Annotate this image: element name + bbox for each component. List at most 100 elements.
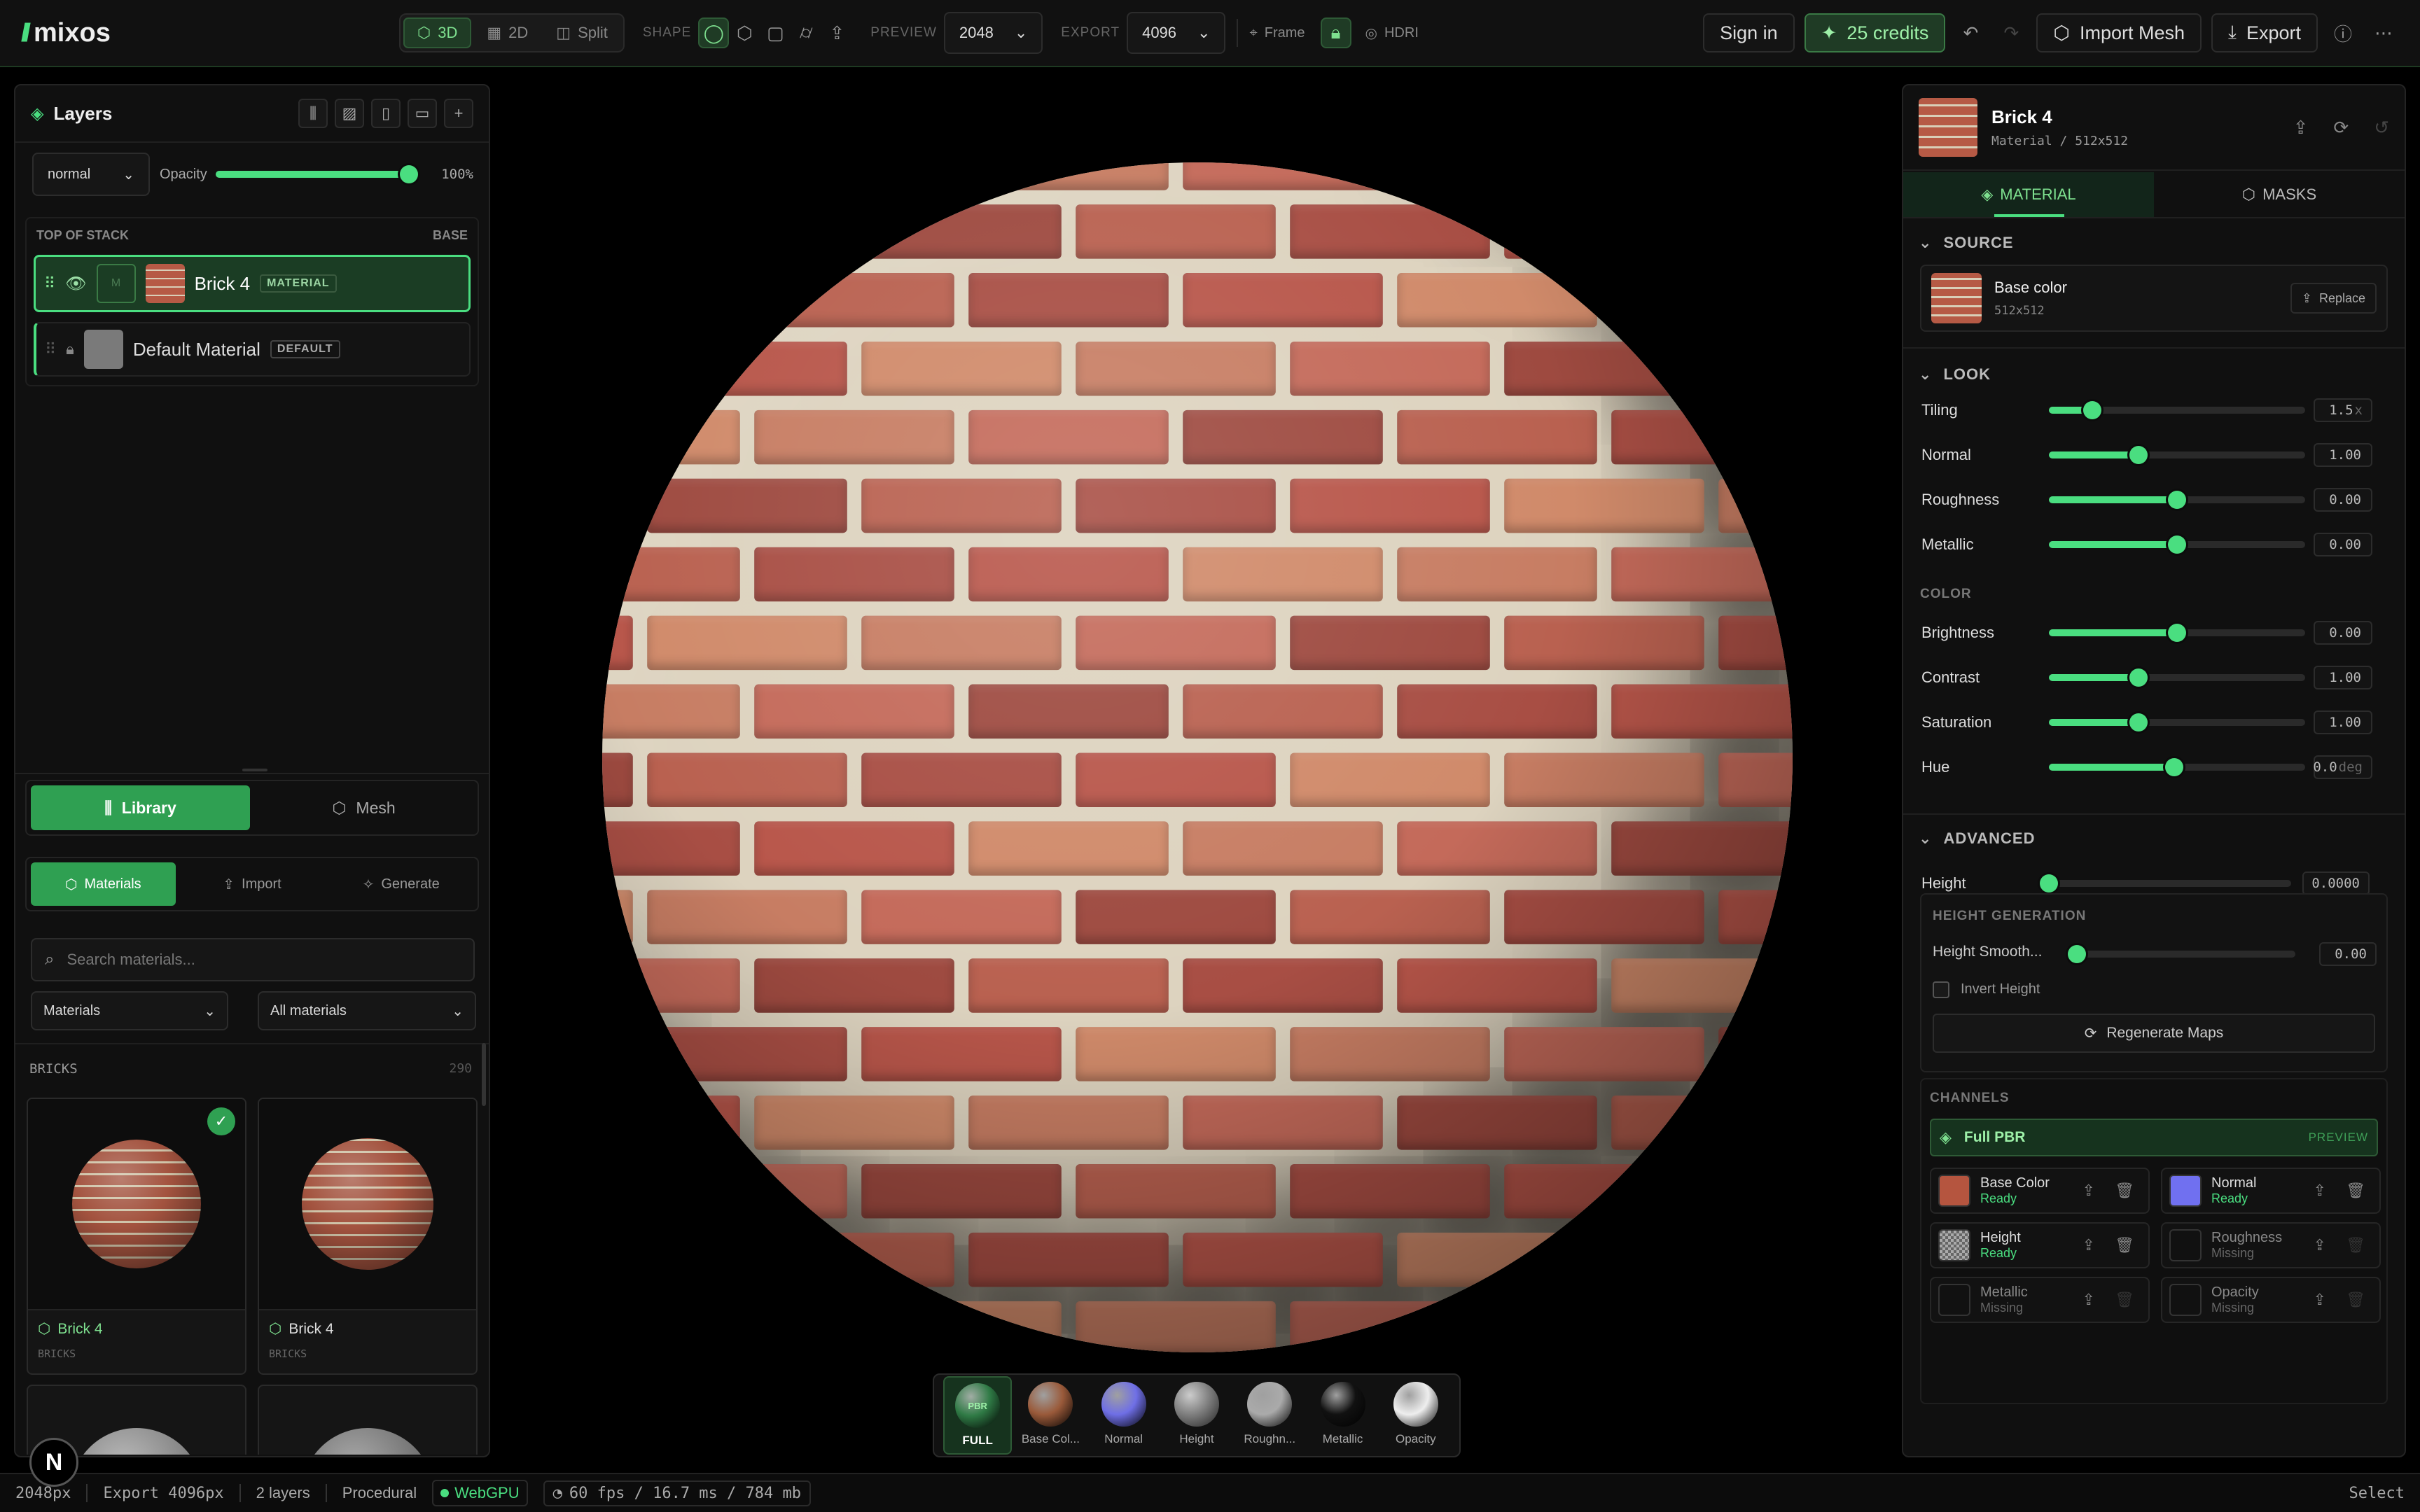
channel-roughness[interactable]: Roughness Missing ⇪ 🗑︎	[2161, 1222, 2381, 1268]
slider-knob[interactable]	[400, 165, 418, 183]
refresh-icon[interactable]: ⟳	[2333, 117, 2349, 139]
hue-slider[interactable]	[2049, 758, 2305, 776]
normal-slider[interactable]	[2049, 446, 2305, 464]
material-card[interactable]: ⬡ Brick 4 BRICKS	[258, 1098, 478, 1375]
channel-metallic[interactable]: Metallic Missing ⇪ 🗑︎	[1930, 1277, 2150, 1323]
lock-camera-button[interactable]: 🔒︎	[1320, 18, 1351, 48]
metallic-value[interactable]: 0.00	[2314, 533, 2372, 556]
material-card[interactable]	[258, 1385, 478, 1455]
export-resolution-select[interactable]: 4096 ⌄	[1127, 12, 1226, 54]
view-mode-2d-button[interactable]: ▦ 2D	[474, 18, 541, 48]
shape-plane-button[interactable]: ▢	[760, 18, 791, 48]
reset-icon[interactable]: ↺	[2374, 117, 2389, 139]
hdri-button[interactable]: ◎ HDRI	[1365, 24, 1419, 42]
drag-handle-icon[interactable]: ⠿	[45, 340, 56, 358]
sign-in-button[interactable]: Sign in	[1703, 13, 1795, 52]
slider-knob[interactable]	[2083, 401, 2102, 419]
subtab-materials[interactable]: ⬡ Materials	[31, 862, 176, 906]
tab-material[interactable]: ◈ MATERIAL	[1903, 172, 2154, 217]
material-type-select[interactable]: Materials ⌄	[31, 991, 228, 1030]
brightness-value[interactable]: 0.00	[2314, 621, 2372, 645]
contrast-slider[interactable]	[2049, 668, 2305, 687]
shape-cylinder-button[interactable]: ⌭	[791, 18, 821, 48]
look-section-header[interactable]: ⌄ LOOK	[1919, 365, 1991, 384]
upload-icon[interactable]: ⇪	[2082, 1236, 2095, 1254]
view-mode-split-button[interactable]: ◫ Split	[543, 18, 620, 48]
roughness-value[interactable]: 0.00	[2314, 488, 2372, 512]
library-icon-button[interactable]: ⫼	[298, 99, 328, 128]
hue-value[interactable]: 0.0 deg	[2313, 755, 2372, 779]
drag-handle-icon[interactable]: ⠿	[44, 274, 55, 293]
tab-mesh[interactable]: ⬡ Mesh	[254, 785, 473, 830]
channel-opacity[interactable]: Opacity Missing ⇪ 🗑︎	[2161, 1277, 2381, 1323]
trash-icon[interactable]: 🗑︎	[2346, 1236, 2365, 1254]
channel-preview-4[interactable]: Roughn...	[1235, 1376, 1304, 1455]
saturation-slider[interactable]	[2049, 713, 2305, 732]
upload-icon[interactable]: ⇪	[2082, 1291, 2095, 1309]
slider-knob[interactable]	[2068, 945, 2086, 963]
tab-library[interactable]: ⫼ Library	[31, 785, 250, 830]
opacity-slider[interactable]	[216, 165, 418, 183]
import-mesh-button[interactable]: ⬡ Import Mesh	[2036, 13, 2202, 52]
blend-mode-select[interactable]: normal ⌄	[32, 153, 150, 196]
tab-masks[interactable]: ⬡ MASKS	[2154, 172, 2405, 217]
upload-icon[interactable]: ⇪	[2314, 1182, 2326, 1200]
upload-icon[interactable]: ⇪	[2293, 117, 2309, 139]
trash-icon[interactable]: 🗑︎	[2346, 1291, 2365, 1309]
source-section-header[interactable]: ⌄ SOURCE	[1919, 234, 2014, 252]
invert-height-checkbox[interactable]	[1933, 981, 1949, 998]
trash-icon[interactable]: 🗑︎	[2115, 1182, 2134, 1200]
slider-knob[interactable]	[2040, 874, 2058, 892]
upload-icon[interactable]: ⇪	[2314, 1236, 2326, 1254]
slider-knob[interactable]	[2129, 713, 2148, 732]
height-smooth-slider[interactable]	[2068, 945, 2295, 963]
channel-preview-1[interactable]: Base Col...	[1016, 1376, 1085, 1455]
trash-icon[interactable]: 🗑︎	[2115, 1236, 2134, 1254]
material-card[interactable]: ✓ ⬡ Brick 4 BRICKS	[27, 1098, 246, 1375]
add-folder-button[interactable]: ▭	[408, 99, 437, 128]
layer-item[interactable]: ⠿ 🔒︎ Default Material DEFAULT	[34, 322, 471, 377]
preview-resolution-select[interactable]: 2048 ⌄	[943, 12, 1043, 54]
channel-preview-5[interactable]: Metallic	[1309, 1376, 1377, 1455]
brightness-slider[interactable]	[2049, 624, 2305, 642]
slider-knob[interactable]	[2129, 668, 2148, 687]
n-badge-button[interactable]: N	[29, 1438, 78, 1487]
credits-button[interactable]: ✦ 25 credits	[1804, 13, 1946, 52]
eye-icon[interactable]: 👁︎	[65, 274, 86, 294]
metallic-slider[interactable]	[2049, 536, 2305, 554]
material-filter-select[interactable]: All materials ⌄	[258, 991, 476, 1030]
frame-button[interactable]: ⌖ Frame	[1249, 25, 1305, 41]
slider-knob[interactable]	[2129, 446, 2148, 464]
channel-preview-0[interactable]: PBR FULL	[943, 1376, 1013, 1455]
view-mode-3d-button[interactable]: ⬡ 3D	[403, 18, 472, 48]
height-slider[interactable]	[2040, 874, 2291, 892]
slider-knob[interactable]	[2168, 491, 2186, 509]
channel-normal[interactable]: Normal Ready ⇪ 🗑︎	[2161, 1168, 2381, 1214]
saturation-value[interactable]: 1.00	[2314, 710, 2372, 734]
redo-button[interactable]: ↷	[1996, 18, 2026, 48]
resize-handle[interactable]	[242, 769, 267, 771]
shape-upload-button[interactable]: ⇪	[821, 18, 852, 48]
slider-knob[interactable]	[2168, 536, 2186, 554]
trash-icon[interactable]: 🗑︎	[2115, 1291, 2134, 1309]
scrollbar[interactable]	[482, 1043, 486, 1106]
subtab-generate[interactable]: ✧ Generate	[328, 862, 473, 906]
upload-icon[interactable]: ⇪	[2082, 1182, 2095, 1200]
channel-height[interactable]: Height Ready ⇪ 🗑︎	[1930, 1222, 2150, 1268]
shape-cube-button[interactable]: ⬡	[729, 18, 760, 48]
add-image-button[interactable]: ▨	[335, 99, 364, 128]
contrast-value[interactable]: 1.00	[2314, 666, 2372, 690]
channel-preview-2[interactable]: Normal	[1090, 1376, 1158, 1455]
roughness-slider[interactable]	[2049, 491, 2305, 509]
advanced-section-header[interactable]: ⌄ ADVANCED	[1919, 816, 2035, 861]
search-input[interactable]: ⌕ Search materials...	[31, 938, 475, 981]
height-smooth-value[interactable]: 0.00	[2319, 942, 2377, 966]
upload-icon[interactable]: ⇪	[2314, 1291, 2326, 1309]
regenerate-maps-button[interactable]: ⟳ Regenerate Maps	[1933, 1014, 2375, 1053]
slider-knob[interactable]	[2165, 758, 2184, 776]
export-button[interactable]: ⤓ Export	[2211, 13, 2318, 52]
tiling-slider[interactable]	[2049, 401, 2305, 419]
add-layer-button[interactable]: +	[444, 99, 473, 128]
channel-preview-6[interactable]: Opacity	[1382, 1376, 1450, 1455]
layer-mask-thumbnail[interactable]: M	[96, 264, 136, 303]
